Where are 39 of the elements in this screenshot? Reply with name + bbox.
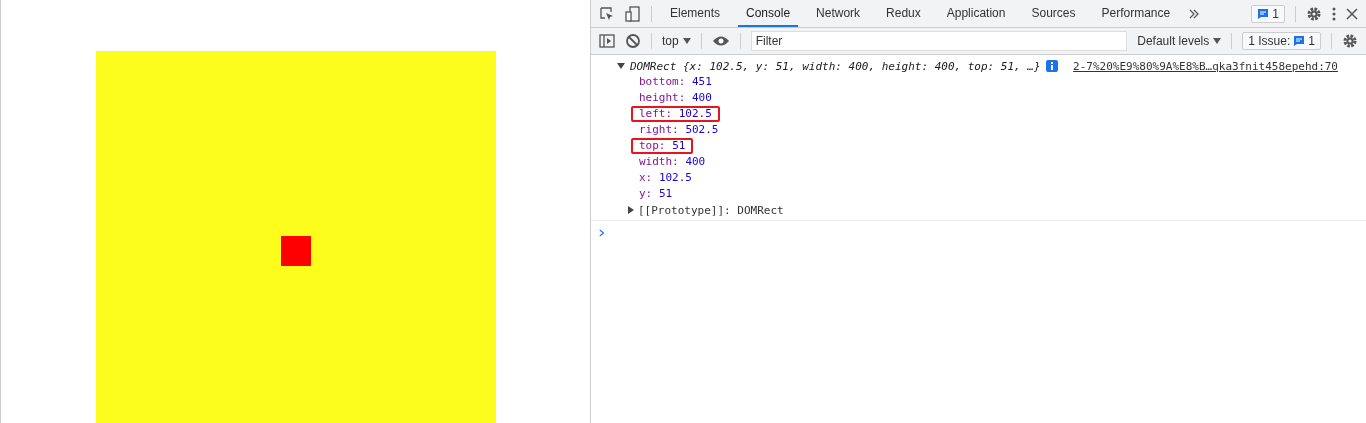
devtools-tab[interactable]: Sources	[1023, 0, 1084, 27]
small-square-block	[281, 236, 311, 266]
device-toggle-icon[interactable]	[625, 5, 641, 22]
filter-field[interactable]: Filter	[750, 31, 1128, 51]
message-icon	[1293, 35, 1306, 47]
message-icon	[1257, 7, 1270, 20]
source-link[interactable]: 2-7%20%E9%80%9A%E8%B…qka3fnit458epehd:70	[1073, 59, 1338, 73]
more-options-icon[interactable]	[1332, 5, 1336, 22]
devtools-tab[interactable]: Redux	[878, 0, 929, 27]
console-settings-icon[interactable]	[1342, 33, 1358, 49]
devtools-tab[interactable]: Performance	[1093, 0, 1179, 27]
eye-icon[interactable]	[711, 35, 730, 47]
inspect-cursor-icon[interactable]	[599, 5, 615, 22]
sidebar-toggle-icon[interactable]	[599, 33, 615, 49]
settings-icon[interactable]	[1306, 5, 1322, 22]
devtools-tab[interactable]: Application	[938, 0, 1014, 27]
property-line: width: 400	[638, 154, 707, 170]
property-line: y: 51	[638, 186, 674, 202]
info-icon	[1045, 60, 1058, 72]
property-line: right: 502.5	[638, 122, 720, 138]
prototype-line[interactable]: [[Prototype]]: DOMRect	[638, 203, 784, 217]
property-line: x: 102.5	[638, 170, 693, 186]
expand-triangle-icon[interactable]	[627, 206, 635, 214]
issues-button[interactable]: 1 Issue: 1	[1242, 32, 1321, 50]
clear-console-icon[interactable]	[625, 33, 641, 49]
log-levels-dropdown[interactable]: Default levels	[1137, 34, 1222, 48]
more-tabs-icon[interactable]	[1188, 7, 1201, 20]
property-line: bottom: 451	[638, 74, 713, 90]
devtools-tab[interactable]: Elements	[662, 0, 729, 27]
caret-icon	[682, 38, 691, 44]
devtools-tab[interactable]: Network	[808, 0, 869, 27]
prompt-chevron-icon[interactable]	[599, 229, 605, 237]
close-icon[interactable]	[1346, 7, 1358, 20]
object-summary[interactable]: DOMRect {x: 102.5, y: 51, width: 400, height: 400, top: 51, …}	[630, 59, 1041, 73]
expand-triangle-icon[interactable]	[617, 62, 625, 70]
messages-badge[interactable]: 1	[1251, 4, 1285, 23]
context-dropdown[interactable]: top	[662, 34, 691, 48]
property-line: height: 400	[638, 90, 713, 106]
caret-icon	[1213, 38, 1222, 44]
